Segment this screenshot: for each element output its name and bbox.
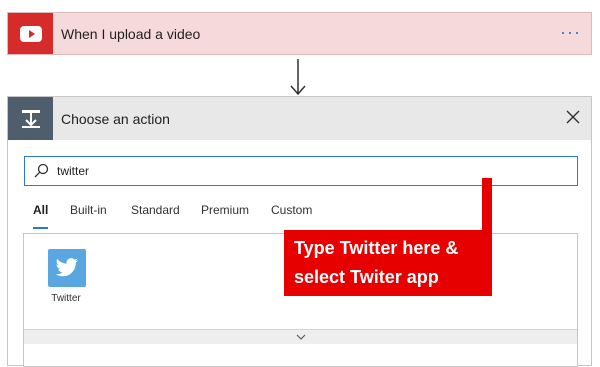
- tab-built-in[interactable]: Built-in: [70, 203, 107, 217]
- tab-custom[interactable]: Custom: [271, 203, 312, 217]
- trigger-title: When I upload a video: [61, 26, 201, 42]
- youtube-icon: [8, 13, 53, 54]
- tab-premium[interactable]: Premium: [201, 203, 249, 217]
- active-tab-indicator: [33, 227, 48, 229]
- annotation-line-2: select Twiter app: [294, 267, 439, 287]
- arrow-down-icon: [290, 59, 306, 96]
- action-header: Choose an action: [8, 97, 591, 140]
- close-icon[interactable]: [565, 109, 581, 125]
- search-icon: [34, 163, 49, 178]
- twitter-label: Twitter: [51, 293, 81, 304]
- action-title: Choose an action: [61, 111, 170, 127]
- trigger-card[interactable]: When I upload a video ···: [7, 12, 592, 55]
- chevron-down-icon: [296, 334, 305, 340]
- action-icon: [8, 97, 53, 140]
- search-box[interactable]: [24, 156, 578, 186]
- annotation-line-1: Type Twitter here &: [294, 238, 459, 258]
- more-options-icon[interactable]: ···: [560, 22, 581, 43]
- annotation-callout: Type Twitter here & select Twiter app: [284, 230, 492, 296]
- tab-standard[interactable]: Standard: [131, 203, 180, 217]
- twitter-connector[interactable]: Twitter: [48, 249, 88, 304]
- annotation-pointer: [482, 178, 492, 234]
- expand-bar[interactable]: [24, 329, 577, 344]
- tab-all[interactable]: All: [33, 203, 48, 217]
- twitter-icon: [48, 249, 86, 287]
